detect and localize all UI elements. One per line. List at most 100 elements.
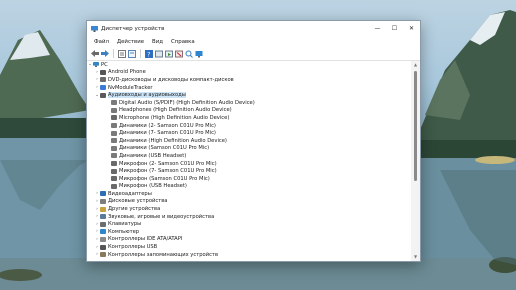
back-arrow-icon[interactable] [90, 49, 99, 58]
tree-device[interactable]: Микрофон (2- Samson C01U Pro Mic) [87, 160, 410, 168]
tree-root[interactable]: ⌄ PC [87, 61, 410, 69]
tree-item-label: Динамики (2- Samson C01U Pro Mic) [119, 122, 216, 129]
tree-item-label: Микрофон (Samson C01U Pro Mic) [119, 175, 210, 182]
tree-category[interactable]: › Дисковые устройства [87, 198, 410, 206]
tree-item-label: DVD-дисководы и дисководы компакт-дисков [108, 76, 234, 83]
mic-icon [111, 168, 117, 174]
update-icon[interactable] [164, 49, 173, 58]
scrollbar-thumb[interactable] [414, 71, 417, 181]
tree-category[interactable]: ⌄ Аудиовходы и аудиовыходы [87, 91, 410, 99]
properties-icon[interactable] [117, 49, 126, 58]
tree-item-label: Дисковые устройства [108, 198, 168, 205]
tree-item-label: Microphone (High Definition Audio Device… [119, 114, 230, 121]
tree-item-label: Аудиовходы и аудиовыходы [108, 92, 186, 99]
help-icon[interactable]: ? [144, 49, 153, 58]
maximize-button[interactable]: ☐ [386, 21, 403, 36]
speaker-icon [111, 153, 117, 159]
other-icon [100, 206, 106, 212]
tree-category[interactable]: › Android Phone [87, 69, 410, 77]
monitor-icon[interactable] [194, 49, 203, 58]
keyboard-icon [100, 221, 106, 227]
mic-icon [111, 115, 117, 121]
tree-category[interactable]: › DVD-дисководы и дисководы компакт-диско… [87, 76, 410, 84]
tree-category[interactable]: › Контроллеры IDE ATA/ATAPI [87, 236, 410, 244]
ide-icon [100, 236, 106, 242]
tree-device[interactable]: Динамики (USB Headset) [87, 152, 410, 160]
tree-category[interactable]: › Контроллеры USB [87, 243, 410, 251]
mic-icon [111, 183, 117, 189]
tree-device[interactable]: Динамики (High Definition Audio Device) [87, 137, 410, 145]
tree-item-label: NvModuleTracker [108, 84, 153, 91]
uninstall-icon[interactable] [174, 49, 183, 58]
tree-item-label: Звуковые, игровые и видеоустройства [108, 213, 215, 220]
speaker-icon [111, 145, 117, 151]
tree-device[interactable]: Микрофон (7- Samson C01U Pro Mic) [87, 167, 410, 175]
tree-item-label: Микрофон (USB Headset) [119, 183, 187, 190]
title-bar: Диспетчер устройств — ☐ ✕ [87, 21, 420, 36]
storage-icon [100, 252, 106, 258]
tree-item-label: Клавиатуры [108, 221, 142, 228]
tree-item-label: Android Phone [108, 69, 146, 76]
tree-category[interactable]: › Другие устройства [87, 205, 410, 213]
speaker-icon [111, 100, 117, 106]
tree-item-label: Динамики (Samson C01U Pro Mic) [119, 145, 210, 152]
speaker-icon [111, 123, 117, 129]
display-icon [100, 191, 106, 197]
list-icon[interactable] [127, 49, 136, 58]
sound-icon [100, 214, 106, 220]
computer-icon [93, 62, 99, 68]
menu-bar: Файл Действие Вид Справка [87, 36, 420, 47]
menu-file[interactable]: Файл [90, 39, 113, 45]
phone-icon [100, 69, 106, 75]
close-button[interactable]: ✕ [403, 21, 420, 36]
tree-category[interactable]: › NvModuleTracker [87, 84, 410, 92]
tree-category[interactable]: › Клавиатуры [87, 220, 410, 228]
scroll-up-arrow-icon[interactable]: ▲ [411, 61, 420, 69]
tree-item-label: Контроллеры USB [108, 244, 158, 251]
device-manager-window: Диспетчер устройств — ☐ ✕ Файл Действие … [86, 20, 421, 262]
device-manager-app-icon [91, 25, 98, 32]
tree-device[interactable]: Динамики (Samson C01U Pro Mic) [87, 145, 410, 153]
forward-arrow-icon[interactable] [100, 49, 109, 58]
tree-item-label: Контроллеры IDE ATA/ATAPI [108, 236, 183, 243]
driver-icon[interactable] [154, 49, 163, 58]
tree-device[interactable]: Микрофон (Samson C01U Pro Mic) [87, 175, 410, 183]
audio-icon [100, 92, 106, 98]
scroll-down-arrow-icon[interactable]: ▼ [411, 253, 420, 261]
tree-item-label: Контроллеры запоминающих устройств [108, 251, 219, 258]
window-title: Диспетчер устройств [101, 25, 165, 32]
tree-item-label: Микрофон (7- Samson C01U Pro Mic) [119, 168, 217, 175]
tree-item-label: Динамики (7- Samson C01U Pro Mic) [119, 130, 216, 137]
tree-item-label: Видеоадаптеры [108, 190, 152, 197]
tree-item-label: Digital Audio (S/PDIF) (High Definition … [119, 99, 255, 106]
tree-root-label: PC [101, 61, 108, 68]
tree-device[interactable]: Microphone (High Definition Audio Device… [87, 114, 410, 122]
tree-item-label: Компьютер [108, 228, 140, 235]
tree-item-label: Динамики (USB Headset) [119, 152, 187, 159]
tree-device[interactable]: Динамики (7- Samson C01U Pro Mic) [87, 129, 410, 137]
mic-icon [111, 176, 117, 182]
menu-view[interactable]: Вид [148, 39, 167, 45]
minimize-button[interactable]: — [369, 21, 386, 36]
tree-device[interactable]: Headphones (High Definition Audio Device… [87, 107, 410, 115]
tree-category[interactable]: › Видеоадаптеры [87, 190, 410, 198]
tree-category[interactable]: › Звуковые, игровые и видеоустройства [87, 213, 410, 221]
menu-action[interactable]: Действие [113, 39, 148, 45]
speaker-icon [111, 107, 117, 113]
tree-device[interactable]: Digital Audio (S/PDIF) (High Definition … [87, 99, 410, 107]
vertical-scrollbar[interactable]: ▲ ▼ [411, 61, 420, 261]
tree-device[interactable]: Динамики (2- Samson C01U Pro Mic) [87, 122, 410, 130]
scan-icon[interactable] [184, 49, 193, 58]
toolbar-separator [113, 49, 114, 58]
tree-item-label: Headphones (High Definition Audio Device… [119, 107, 232, 114]
tree-device[interactable]: Микрофон (USB Headset) [87, 183, 410, 191]
tree-item-label: Другие устройства [108, 206, 161, 213]
mic-icon [111, 161, 117, 167]
computer-icon [100, 229, 106, 235]
tree-item-label: Динамики (High Definition Audio Device) [119, 137, 227, 144]
tree-category[interactable]: › Компьютер [87, 228, 410, 236]
tree-category[interactable]: › Контроллеры запоминающих устройств [87, 251, 410, 259]
device-tree[interactable]: ⌄ PC › Android Phone › DVD-дисководы и диск… [87, 61, 410, 261]
menu-help[interactable]: Справка [167, 39, 199, 45]
disk-icon [100, 198, 106, 204]
